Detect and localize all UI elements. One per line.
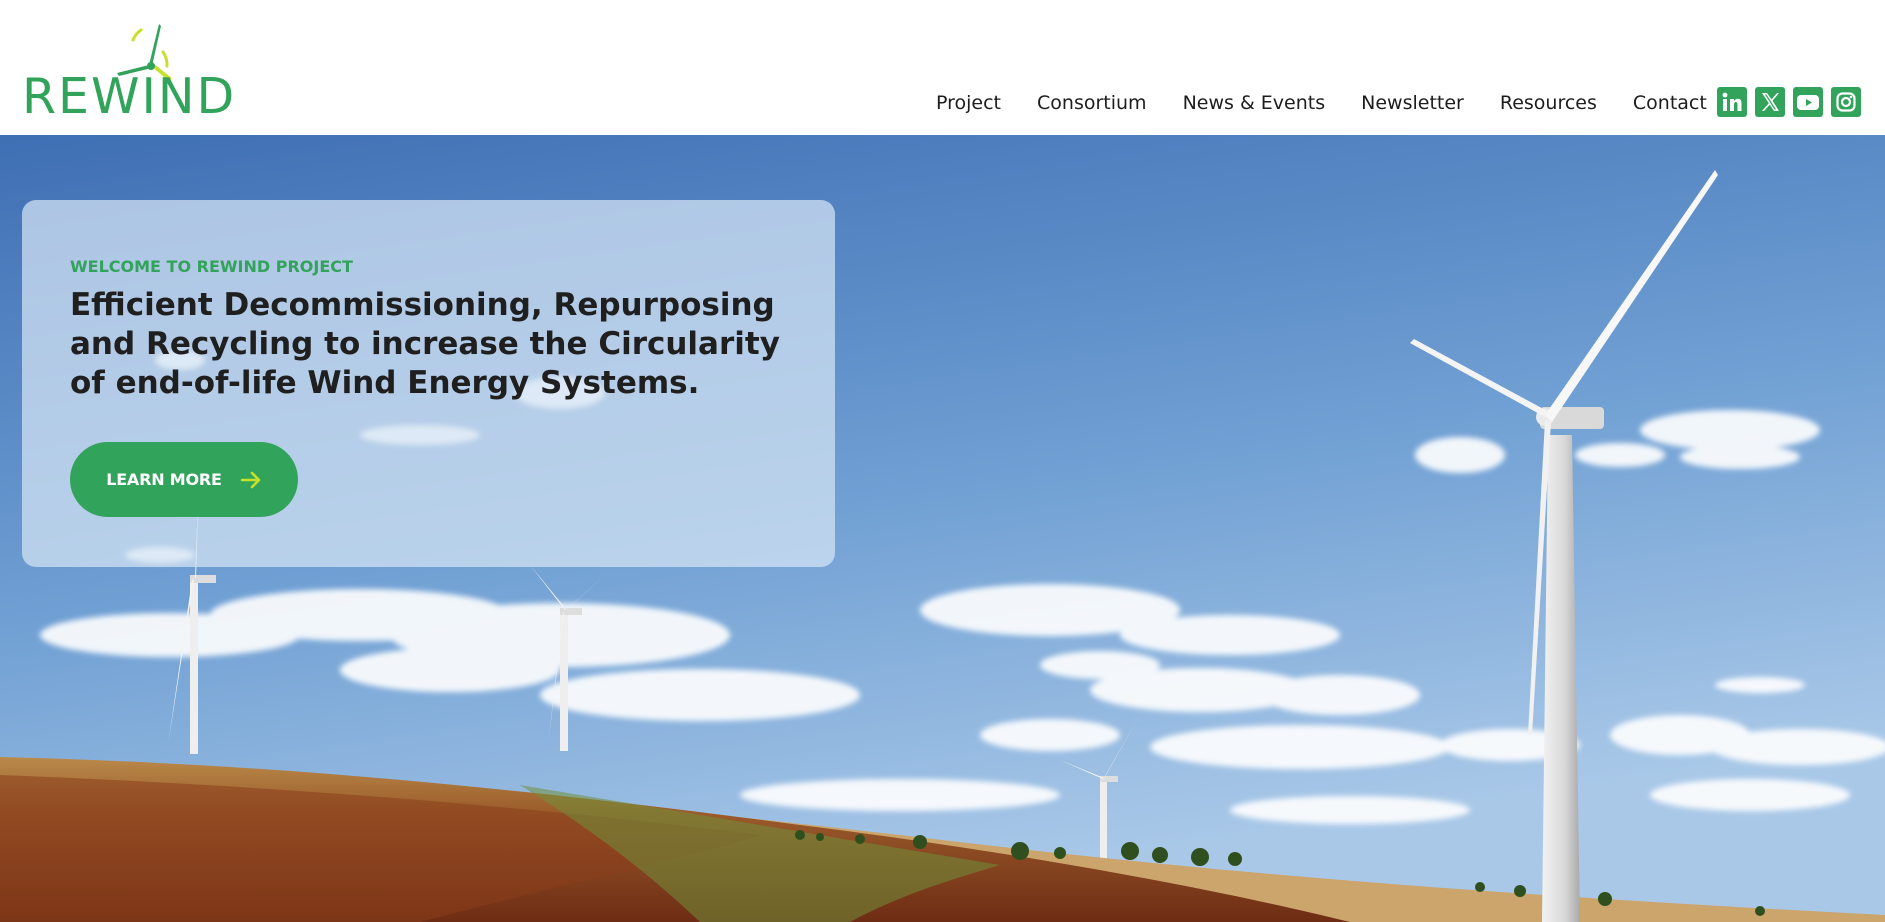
learn-more-button[interactable]: LEARN MORE <box>70 442 298 517</box>
nav-item-project[interactable]: Project <box>936 92 1001 114</box>
instagram-icon[interactable] <box>1831 87 1861 117</box>
hero-eyebrow: WELCOME TO REWIND PROJECT <box>70 257 353 276</box>
social-links <box>1717 87 1869 117</box>
hero-headline: Efficient Decommissioning, Repurposing a… <box>70 287 780 401</box>
youtube-icon[interactable] <box>1793 87 1823 117</box>
nav-item-contact[interactable]: Contact <box>1633 92 1707 114</box>
learn-more-label: LEARN MORE <box>106 470 222 489</box>
linkedin-icon[interactable] <box>1717 87 1747 117</box>
nav-item-consortium[interactable]: Consortium <box>1037 92 1147 114</box>
nav-item-resources[interactable]: Resources <box>1500 92 1597 114</box>
logo[interactable]: REWIND <box>22 22 234 121</box>
nav-item-news-events[interactable]: News & Events <box>1183 92 1326 114</box>
main-nav: Project Consortium News & Events Newslet… <box>936 92 1743 114</box>
brand-name: REWIND <box>22 68 237 125</box>
nav-item-newsletter[interactable]: Newsletter <box>1361 92 1464 114</box>
hero-card: WELCOME TO REWIND PROJECT Efficient Deco… <box>22 200 835 567</box>
hero-section: WELCOME TO REWIND PROJECT Efficient Deco… <box>0 135 1885 922</box>
x-twitter-icon[interactable] <box>1755 87 1785 117</box>
site-header: REWIND Project Consortium News & Events … <box>0 0 1885 135</box>
arrow-right-icon <box>240 471 261 488</box>
